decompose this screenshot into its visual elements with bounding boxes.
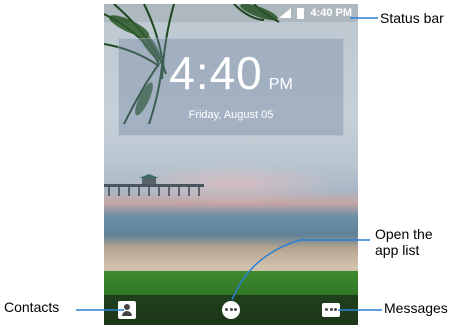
messages-button[interactable]	[322, 301, 340, 319]
clock-ampm: PM	[268, 76, 293, 93]
callout-messages: Messages	[384, 300, 448, 316]
messages-icon	[322, 303, 340, 317]
clock-time: 4:40 PM	[119, 47, 343, 111]
status-bar: 4:40 PM	[104, 4, 358, 22]
app-list-icon	[222, 301, 240, 319]
lock-clock-widget[interactable]: 4:40 PM Friday, August 05	[118, 38, 344, 136]
callout-status-bar: Status bar	[380, 10, 444, 26]
dock-bar	[104, 295, 358, 325]
pier-image	[104, 174, 204, 196]
callout-open-app-list: Open the app list	[375, 226, 433, 258]
battery-icon	[297, 7, 305, 19]
contacts-button[interactable]	[118, 301, 136, 319]
callout-contacts: Contacts	[4, 299, 60, 315]
status-time: 4:40 PM	[310, 7, 352, 19]
clock-hours: 4:40	[169, 47, 263, 99]
clock-date: Friday, August 05	[188, 109, 274, 121]
signal-icon	[279, 8, 292, 18]
phone-screen: 4:40 PM 4:40 PM Friday, August 05	[104, 4, 358, 325]
contacts-icon	[118, 301, 136, 319]
app-list-button[interactable]	[222, 301, 240, 319]
